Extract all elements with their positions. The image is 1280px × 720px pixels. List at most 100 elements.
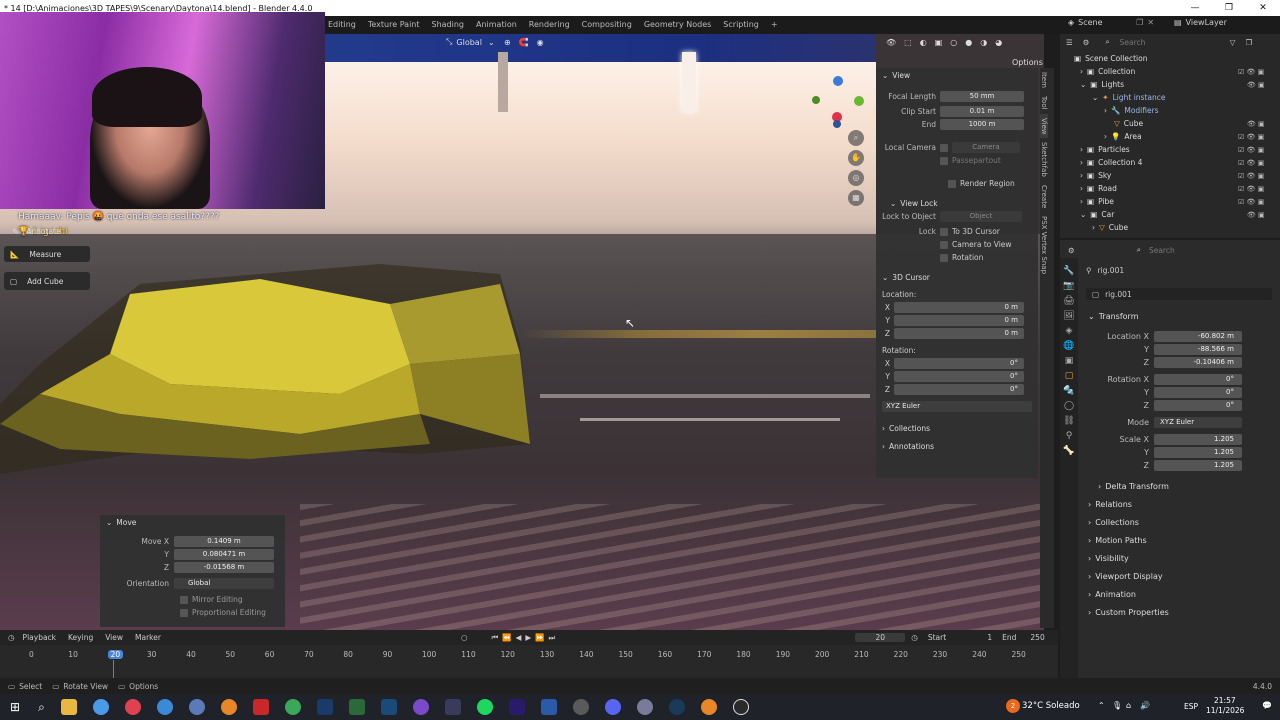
blender-icon[interactable] bbox=[220, 699, 237, 715]
next-key-button[interactable]: ⏩ bbox=[535, 633, 544, 642]
outliner-item[interactable]: ▣ Scene Collection bbox=[1074, 52, 1147, 65]
shading-material-icon[interactable]: ◑ bbox=[980, 38, 987, 47]
filter-icon[interactable]: ▽ bbox=[1230, 38, 1236, 47]
pycharm-icon[interactable] bbox=[348, 699, 365, 715]
outliner-item[interactable]: ⌄ ▣ Car bbox=[1080, 208, 1114, 221]
frame-ruler[interactable]: 0 10 20 30 40 50 60 70 80 90 100 110 120 130 140 150 160… bbox=[0, 648, 1058, 662]
location-y-field[interactable]: -88.566 m bbox=[1154, 344, 1242, 355]
row-toggles[interactable]: ☑ 👁 ▣ bbox=[1238, 131, 1278, 144]
scale-x-field[interactable]: 1.205 bbox=[1154, 434, 1242, 445]
data-icon[interactable]: ⚲ bbox=[1066, 431, 1073, 441]
gizmo-y-axis[interactable] bbox=[854, 96, 864, 106]
panel-header-transform[interactable]: ⌄ Transform bbox=[1088, 309, 1139, 323]
orientation-dropdown[interactable]: ⤡ Global ⌄ bbox=[446, 34, 495, 50]
cursor-rotation-z[interactable]: 0° bbox=[894, 384, 1024, 395]
panel-header-view-lock[interactable]: ⌄ View Lock bbox=[876, 196, 1038, 210]
render-region-checkbox[interactable] bbox=[948, 179, 956, 188]
record-button[interactable]: ○ bbox=[461, 633, 468, 642]
camera-field[interactable]: Camera bbox=[952, 142, 1020, 153]
panel-header-view[interactable]: ⌄ View bbox=[876, 68, 1038, 82]
cursor-location-y[interactable]: 0 m bbox=[894, 315, 1024, 326]
row-toggles[interactable]: ☑ 👁 ▣ bbox=[1238, 170, 1278, 183]
outliner-item[interactable]: › ▣ Particles bbox=[1080, 143, 1130, 156]
opera-icon[interactable] bbox=[124, 699, 141, 715]
editor-type-icon[interactable]: ⚙ bbox=[1068, 246, 1075, 255]
add-workspace-button[interactable]: + bbox=[765, 16, 784, 34]
clock-date[interactable]: 11/1/2026 bbox=[1206, 706, 1244, 715]
panel-header-annotations[interactable]: › Annotations bbox=[876, 439, 1038, 453]
viewlayer-selector[interactable]: ViewLayer bbox=[1186, 18, 1236, 27]
tab-editing[interactable]: Editing bbox=[322, 16, 362, 34]
render-icon[interactable]: 📷 bbox=[1063, 281, 1074, 291]
zoom-icon[interactable]: ⌕ bbox=[848, 130, 864, 146]
tool-measure[interactable]: 📐 Measure bbox=[4, 246, 90, 262]
collection-icon[interactable]: ▣ bbox=[1065, 356, 1074, 366]
camera-view-icon[interactable]: ◎ bbox=[848, 170, 864, 186]
blender-icon[interactable] bbox=[700, 699, 717, 715]
row-toggles[interactable]: 👁 ▣ bbox=[1238, 209, 1278, 222]
delete-icon[interactable]: ✕ bbox=[1147, 18, 1154, 27]
volume-icon[interactable]: 🔊 bbox=[1140, 701, 1150, 710]
outliner-item[interactable]: › 💡 Area bbox=[1104, 130, 1142, 143]
to-3d-cursor-checkbox[interactable] bbox=[940, 227, 948, 236]
discord-icon[interactable] bbox=[604, 699, 621, 715]
language-indicator[interactable]: ESP bbox=[1184, 702, 1198, 711]
jump-end-button[interactable]: ⏭ bbox=[549, 633, 556, 643]
edge-icon[interactable] bbox=[156, 699, 173, 715]
overlay-icon[interactable]: ◐ bbox=[920, 38, 927, 47]
outliner-item[interactable]: ▽ Cube bbox=[1114, 117, 1143, 130]
panel-header-animation[interactable]: › Animation bbox=[1088, 587, 1136, 601]
snap-icon[interactable]: 🧲 bbox=[519, 38, 529, 47]
outliner-search-input[interactable]: Search bbox=[1120, 38, 1220, 47]
tab-geometry-nodes[interactable]: Geometry Nodes bbox=[638, 16, 717, 34]
scene-selector[interactable]: Scene bbox=[1078, 18, 1132, 27]
video-editor-icon[interactable] bbox=[252, 699, 269, 715]
output-icon[interactable]: 🖨 bbox=[1063, 296, 1074, 306]
outliner-item[interactable]: ⌄ ▣ Lights bbox=[1080, 78, 1124, 91]
lock-object-field[interactable]: Object bbox=[940, 211, 1022, 222]
app-icon[interactable] bbox=[188, 699, 205, 715]
rotation-lock-checkbox[interactable] bbox=[940, 253, 948, 262]
panel-header-viewport-display[interactable]: › Viewport Display bbox=[1088, 569, 1163, 583]
clock-icon[interactable]: ◷ bbox=[911, 633, 918, 642]
move-y-field[interactable]: 0.080471 m bbox=[174, 549, 274, 560]
whatsapp-icon[interactable] bbox=[284, 699, 301, 715]
windows-start-icon[interactable]: ⊞ bbox=[10, 700, 20, 714]
outliner-item[interactable]: › ▣ Collection 4 bbox=[1080, 156, 1142, 169]
local-camera-checkbox[interactable] bbox=[940, 143, 948, 152]
cursor-rotation-x[interactable]: 0° bbox=[894, 358, 1024, 369]
end-field[interactable]: 250 bbox=[1030, 633, 1044, 642]
tray-chevron-icon[interactable]: ⌃ bbox=[1098, 701, 1105, 710]
tab-psx-vertex-snap[interactable]: PSX Vertex Snap bbox=[1040, 212, 1048, 278]
orientation-dropdown[interactable]: Global bbox=[174, 578, 274, 589]
panel-header-delta-transform[interactable]: › Delta Transform bbox=[1098, 479, 1169, 493]
mirror-checkbox[interactable] bbox=[180, 595, 188, 604]
clock-time[interactable]: 21:57 bbox=[1214, 696, 1236, 705]
tool-icon[interactable]: 🔧 bbox=[1063, 266, 1074, 276]
tab-view[interactable]: View bbox=[1040, 113, 1048, 139]
new-collection-icon[interactable]: ❐ bbox=[1245, 38, 1252, 47]
modifier-icon[interactable]: 🔩 bbox=[1063, 386, 1074, 396]
display-mode-icon[interactable]: ⚙ bbox=[1083, 38, 1090, 47]
panel-header-relations[interactable]: › Relations bbox=[1088, 497, 1132, 511]
tab-item[interactable]: Item bbox=[1040, 68, 1048, 92]
keying-menu[interactable]: Keying bbox=[68, 633, 93, 642]
outliner-item[interactable]: › ▣ Collection bbox=[1080, 65, 1135, 78]
chrome-icon[interactable] bbox=[92, 699, 109, 715]
panel-header-motion-paths[interactable]: › Motion Paths bbox=[1088, 533, 1147, 547]
notification-badge[interactable]: 2 bbox=[1006, 699, 1020, 713]
constraint-icon[interactable]: ⛓ bbox=[1063, 416, 1074, 426]
after-effects-icon[interactable] bbox=[508, 699, 525, 715]
location-x-field[interactable]: -60.802 m bbox=[1154, 331, 1242, 342]
app-icon[interactable] bbox=[444, 699, 461, 715]
outliner-item[interactable]: ⌄ ✦ Light instance bbox=[1092, 91, 1165, 104]
minimize-button[interactable]: — bbox=[1178, 0, 1212, 16]
maximize-button[interactable]: ❐ bbox=[1212, 0, 1246, 16]
gizmo-toggle-icon[interactable]: ⬚ bbox=[904, 38, 912, 47]
outliner-item[interactable]: › ▣ Pibe bbox=[1080, 195, 1114, 208]
tab-scripting[interactable]: Scripting bbox=[717, 16, 765, 34]
move-x-field[interactable]: 0.1409 m bbox=[174, 536, 274, 547]
tab-tool[interactable]: Tool bbox=[1040, 92, 1048, 114]
panel-header-visibility[interactable]: › Visibility bbox=[1088, 551, 1129, 565]
shading-solid-icon[interactable]: ● bbox=[965, 38, 972, 47]
